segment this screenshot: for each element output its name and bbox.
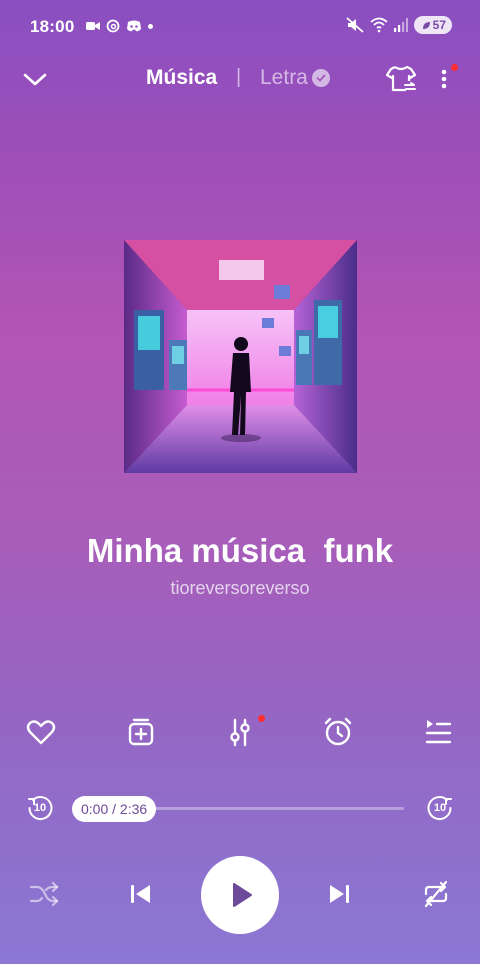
song-artist[interactable]: tioreversoreverso <box>0 578 480 599</box>
equalizer-button[interactable] <box>220 712 265 752</box>
battery-saver-icon <box>422 21 430 29</box>
rewind-10-label: 10 <box>33 802 47 814</box>
queue-button[interactable] <box>418 712 458 752</box>
add-to-playlist-button[interactable] <box>121 712 161 752</box>
next-button[interactable] <box>322 876 358 912</box>
player-header: Música | Letra <box>0 56 480 100</box>
check-badge-icon <box>311 69 330 87</box>
previous-button[interactable] <box>122 876 158 912</box>
play-icon <box>233 883 252 907</box>
heart-icon <box>26 720 56 745</box>
tab-lyrics[interactable]: Letra <box>260 66 330 90</box>
mute-icon <box>346 17 364 33</box>
more-notifications-dot <box>148 23 153 29</box>
sleep-timer-button[interactable] <box>318 712 358 752</box>
tab-lyrics-label: Letra <box>260 66 308 89</box>
time-display: 0:00 / 2:36 <box>81 801 148 817</box>
tab-music[interactable]: Música <box>146 66 217 90</box>
status-notification-icons <box>86 19 153 33</box>
discord-icon <box>127 20 141 32</box>
skip-previous-icon <box>131 885 150 903</box>
theme-button[interactable] <box>384 62 418 96</box>
video-camera-icon <box>86 22 100 30</box>
chevron-down-icon <box>23 73 47 86</box>
action-row <box>0 712 480 752</box>
status-bar: 18:00 57 <box>0 0 480 56</box>
status-system-icons: 57 <box>346 16 452 34</box>
signal-icon <box>393 18 408 32</box>
rewind-10-button[interactable]: 10 <box>25 794 55 824</box>
alarm-clock-icon <box>324 717 352 746</box>
repeat-off-icon <box>424 880 448 908</box>
queue-icon <box>425 720 452 744</box>
progress-thumb[interactable]: 0:00 / 2:36 <box>72 796 157 822</box>
more-options-button[interactable] <box>434 64 458 94</box>
shuffle-icon <box>29 881 59 907</box>
play-button[interactable] <box>201 856 279 934</box>
progress-row: 10 0:00 / 2:36 10 <box>0 788 480 828</box>
skip-next-icon <box>330 885 349 903</box>
battery-level: 57 <box>432 18 446 32</box>
wifi-icon <box>370 17 388 33</box>
favorite-button[interactable] <box>21 712 61 752</box>
equalizer-icon <box>230 718 250 747</box>
threads-icon <box>106 19 120 33</box>
equalizer-badge <box>258 715 265 722</box>
collapse-button[interactable] <box>20 64 50 94</box>
shuffle-button[interactable] <box>26 876 62 912</box>
repeat-button[interactable] <box>418 876 454 912</box>
tab-separator: | <box>236 66 242 88</box>
song-title: Minha música funk <box>86 532 394 569</box>
add-to-playlist-icon <box>128 718 154 746</box>
status-time: 18:00 <box>30 17 75 36</box>
forward-10-button[interactable]: 10 <box>425 794 455 824</box>
tshirt-icon <box>385 65 417 92</box>
playback-controls <box>0 856 480 936</box>
album-art <box>124 240 357 473</box>
battery-indicator: 57 <box>413 16 452 34</box>
notification-dot <box>451 64 458 71</box>
forward-10-label: 10 <box>433 802 447 814</box>
